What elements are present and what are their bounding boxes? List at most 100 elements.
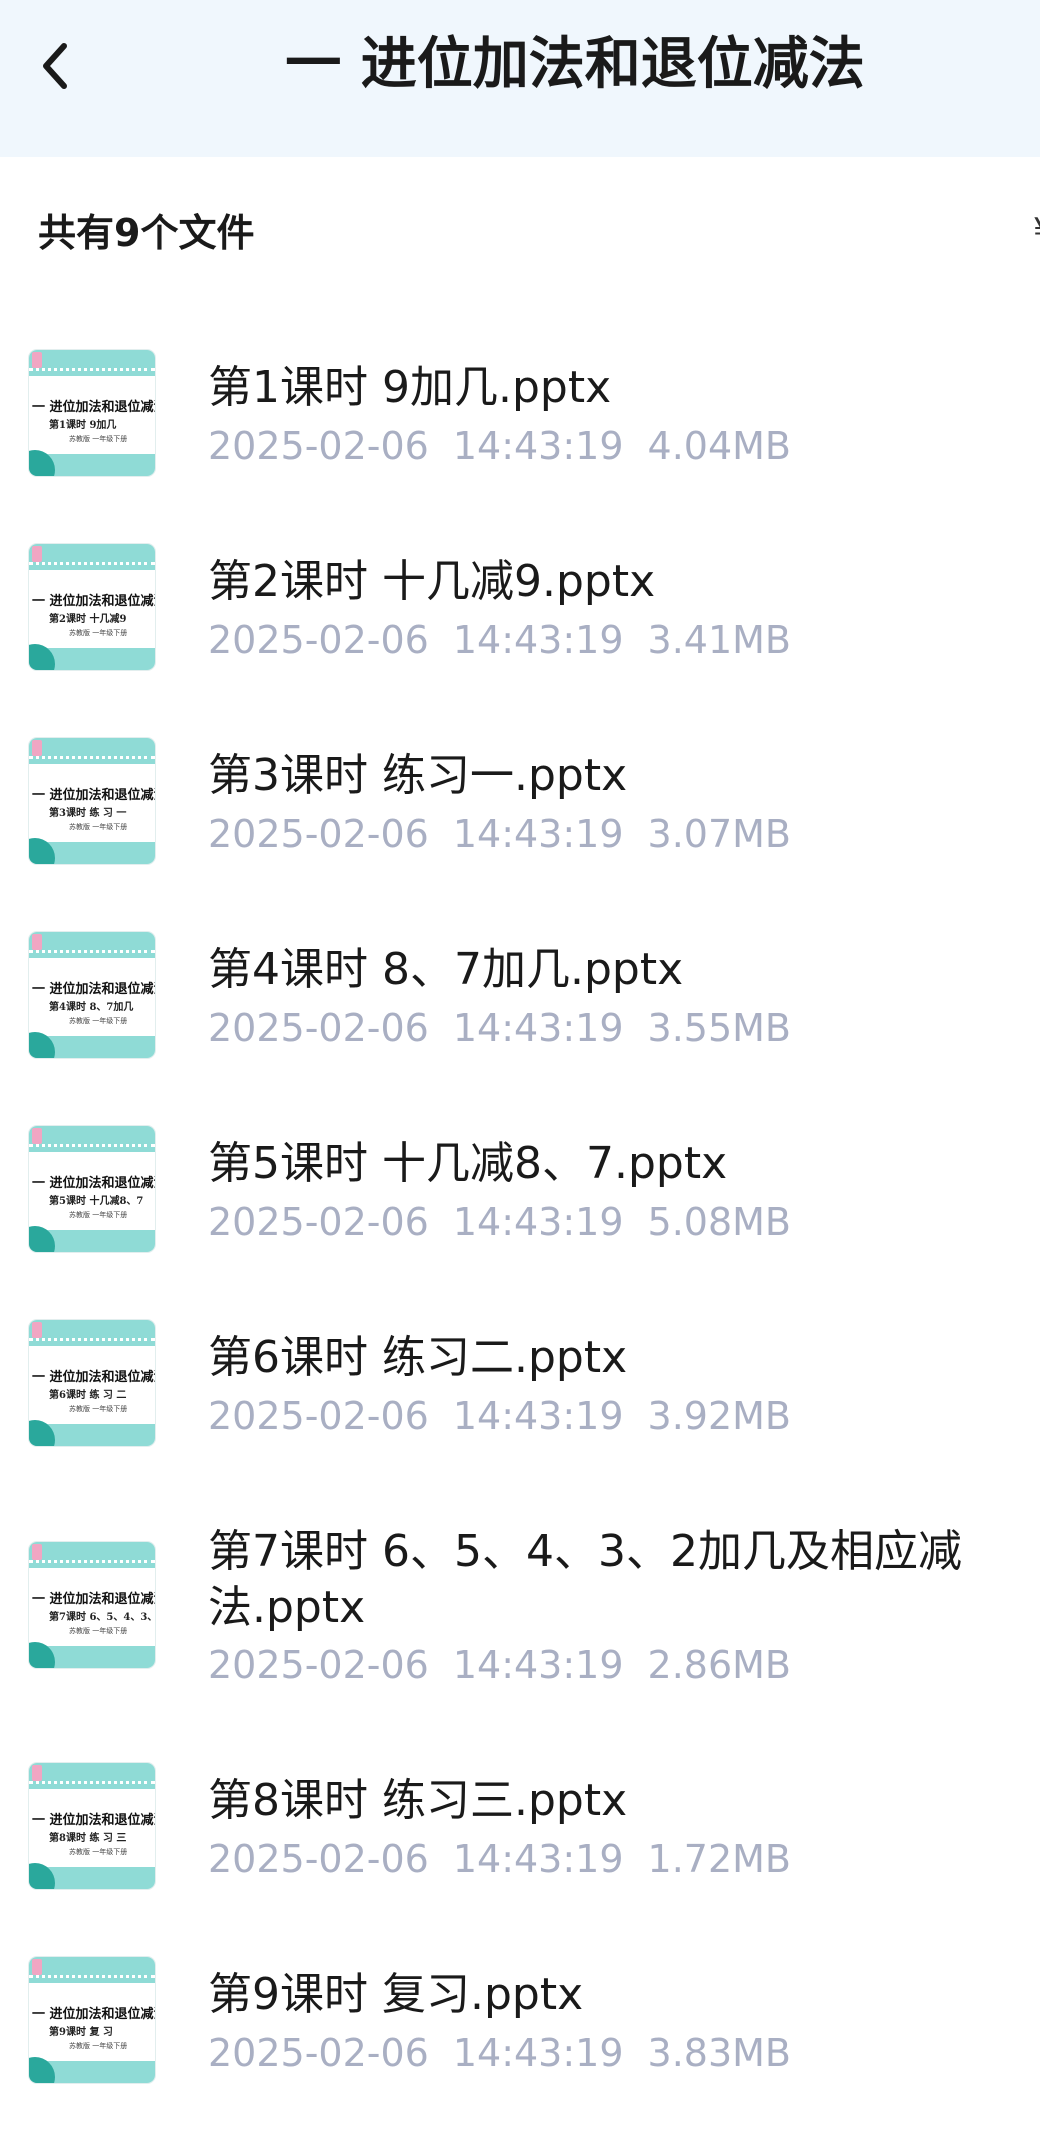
thumbnail-dotted-line — [29, 562, 155, 565]
thumbnail-pink-ribbon — [32, 352, 42, 368]
file-date: 2025-02-06 — [208, 1200, 429, 1244]
file-name[interactable]: 第1课时 9加几.pptx — [208, 360, 998, 416]
file-meta: 2025-02-06 14:43:19 4.04MB — [208, 421, 815, 471]
file-time: 14:43:19 — [452, 1837, 624, 1881]
file-meta: 2025-02-06 14:43:19 3.07MB — [208, 809, 815, 859]
file-meta: 2025-02-06 14:43:19 5.08MB — [208, 1197, 815, 1247]
file-date: 2025-02-06 — [208, 1006, 429, 1050]
thumbnail-dotted-line — [29, 1560, 155, 1563]
file-date: 2025-02-06 — [208, 1837, 429, 1881]
thumbnail-dotted-line — [29, 1144, 155, 1147]
file-name[interactable]: 第4课时 8、7加几.pptx — [208, 942, 998, 998]
thumbnail-top-band — [29, 1763, 155, 1789]
thumbnail-title: 一 进位加法和退位减法 — [32, 1370, 155, 1385]
file-size: 2.86MB — [647, 1643, 791, 1687]
thumbnail-dotted-line — [29, 756, 155, 759]
file-meta: 2025-02-06 14:43:19 1.72MB — [208, 1834, 815, 1884]
file-thumbnail[interactable]: 一 进位加法和退位减法 第7课时 6、5、4、3、2加几及相应减法 苏教版 一年… — [29, 1542, 155, 1668]
file-date: 2025-02-06 — [208, 1394, 429, 1438]
file-time: 14:43:19 — [452, 618, 624, 662]
file-time: 14:43:19 — [452, 1394, 624, 1438]
file-meta: 2025-02-06 14:43:19 3.92MB — [208, 1391, 815, 1441]
thumbnail-top-band — [29, 932, 155, 958]
file-name[interactable]: 第9课时 复习.pptx — [208, 1967, 998, 2023]
thumbnail-pink-ribbon — [32, 1322, 42, 1338]
file-name[interactable]: 第7课时 6、5、4、3、2加几及相应减法.pptx — [208, 1524, 998, 1636]
thumbnail-lesson: 第9课时 复 习 — [49, 2027, 113, 2038]
thumbnail-pink-ribbon — [32, 1765, 42, 1781]
thumbnail-publisher: 苏教版 一年级下册 — [69, 629, 128, 637]
thumbnail-top-band — [29, 738, 155, 764]
thumbnail-lesson: 第6课时 练 习 二 — [49, 1390, 127, 1401]
thumbnail-top-band — [29, 1320, 155, 1346]
thumbnail-dotted-line — [29, 368, 155, 371]
thumbnail-lesson: 第4课时 8、7加几 — [49, 1002, 134, 1013]
thumbnail-lesson: 第5课时 十几减8、7 — [49, 1196, 144, 1207]
thumbnail-lesson: 第3课时 练 习 一 — [49, 808, 127, 819]
thumbnail-title: 一 进位加法和退位减法 — [32, 400, 155, 415]
thumbnail-publisher: 苏教版 一年级下册 — [69, 1017, 128, 1025]
file-size: 3.55MB — [647, 1006, 791, 1050]
file-name[interactable]: 第8课时 练习三.pptx — [208, 1773, 998, 1829]
thumbnail-publisher: 苏教版 一年级下册 — [69, 1211, 128, 1219]
file-thumbnail[interactable]: 一 进位加法和退位减法 第3课时 练 习 一 苏教版 一年级下册 — [29, 738, 155, 864]
thumbnail-pink-ribbon — [32, 1544, 42, 1560]
thumbnail-top-band — [29, 350, 155, 376]
thumbnail-lesson: 第1课时 9加几 — [49, 420, 117, 431]
file-time: 14:43:19 — [452, 1006, 624, 1050]
file-name[interactable]: 第2课时 十几减9.pptx — [208, 554, 998, 610]
thumbnail-top-band — [29, 544, 155, 570]
thumbnail-title: 一 进位加法和退位减法 — [32, 788, 155, 803]
thumbnail-dotted-line — [29, 1781, 155, 1784]
thumbnail-publisher: 苏教版 一年级下册 — [69, 2042, 128, 2050]
thumbnail-title: 一 进位加法和退位减法 — [32, 1592, 155, 1607]
file-thumbnail[interactable]: 一 进位加法和退位减法 第4课时 8、7加几 苏教版 一年级下册 — [29, 932, 155, 1058]
file-size: 1.72MB — [647, 1837, 791, 1881]
thumbnail-title: 一 进位加法和退位减法 — [32, 1813, 155, 1828]
file-count: 共有9个文件 — [38, 211, 255, 255]
thumbnail-pink-ribbon — [32, 1128, 42, 1144]
file-thumbnail[interactable]: 一 进位加法和退位减法 第6课时 练 习 二 苏教版 一年级下册 — [29, 1320, 155, 1446]
file-name[interactable]: 第5课时 十几减8、7.pptx — [208, 1136, 998, 1192]
file-size: 4.04MB — [647, 424, 791, 468]
thumbnail-pink-ribbon — [32, 934, 42, 950]
file-time: 14:43:19 — [452, 2031, 624, 2075]
thumbnail-title: 一 进位加法和退位减法 — [32, 594, 155, 609]
thumbnail-pink-ribbon — [32, 1959, 42, 1975]
file-thumbnail[interactable]: 一 进位加法和退位减法 第8课时 练 习 三 苏教版 一年级下册 — [29, 1763, 155, 1889]
file-meta: 2025-02-06 14:43:19 3.83MB — [208, 2028, 815, 2078]
file-thumbnail[interactable]: 一 进位加法和退位减法 第1课时 9加几 苏教版 一年级下册 — [29, 350, 155, 476]
thumbnail-publisher: 苏教版 一年级下册 — [69, 1627, 128, 1635]
thumbnail-top-band — [29, 1957, 155, 1983]
clipped-header-text: ¥ — [1033, 216, 1040, 246]
thumbnail-lesson: 第2课时 十几减9 — [49, 614, 127, 625]
file-date: 2025-02-06 — [208, 1643, 429, 1687]
file-meta: 2025-02-06 14:43:19 2.86MB — [208, 1640, 815, 1690]
thumbnail-publisher: 苏教版 一年级下册 — [69, 823, 128, 831]
thumbnail-title: 一 进位加法和退位减法 — [32, 982, 155, 997]
file-name[interactable]: 第6课时 练习二.pptx — [208, 1330, 998, 1386]
thumbnail-publisher: 苏教版 一年级下册 — [69, 435, 128, 443]
file-meta: 2025-02-06 14:43:19 3.55MB — [208, 1003, 815, 1053]
file-thumbnail[interactable]: 一 进位加法和退位减法 第2课时 十几减9 苏教版 一年级下册 — [29, 544, 155, 670]
thumbnail-lesson: 第7课时 6、5、4、3、2加几及相应减法 — [49, 1612, 155, 1623]
thumbnail-publisher: 苏教版 一年级下册 — [69, 1405, 128, 1413]
file-time: 14:43:19 — [452, 1643, 624, 1687]
file-size: 3.07MB — [647, 812, 791, 856]
thumbnail-lesson: 第8课时 练 习 三 — [49, 1833, 127, 1844]
file-thumbnail[interactable]: 一 进位加法和退位减法 第5课时 十几减8、7 苏教版 一年级下册 — [29, 1126, 155, 1252]
file-time: 14:43:19 — [452, 812, 624, 856]
thumbnail-pink-ribbon — [32, 740, 42, 756]
file-meta: 2025-02-06 14:43:19 3.41MB — [208, 615, 815, 665]
file-thumbnail[interactable]: 一 进位加法和退位减法 第9课时 复 习 苏教版 一年级下册 — [29, 1957, 155, 2083]
file-date: 2025-02-06 — [208, 618, 429, 662]
page-title: 一 进位加法和退位减法 — [285, 32, 865, 97]
thumbnail-dotted-line — [29, 1338, 155, 1341]
file-name[interactable]: 第3课时 练习一.pptx — [208, 748, 998, 804]
file-size: 3.92MB — [647, 1394, 791, 1438]
thumbnail-publisher: 苏教版 一年级下册 — [69, 1848, 128, 1856]
file-time: 14:43:19 — [452, 1200, 624, 1244]
file-date: 2025-02-06 — [208, 2031, 429, 2075]
file-size: 5.08MB — [647, 1200, 791, 1244]
thumbnail-top-band — [29, 1542, 155, 1568]
